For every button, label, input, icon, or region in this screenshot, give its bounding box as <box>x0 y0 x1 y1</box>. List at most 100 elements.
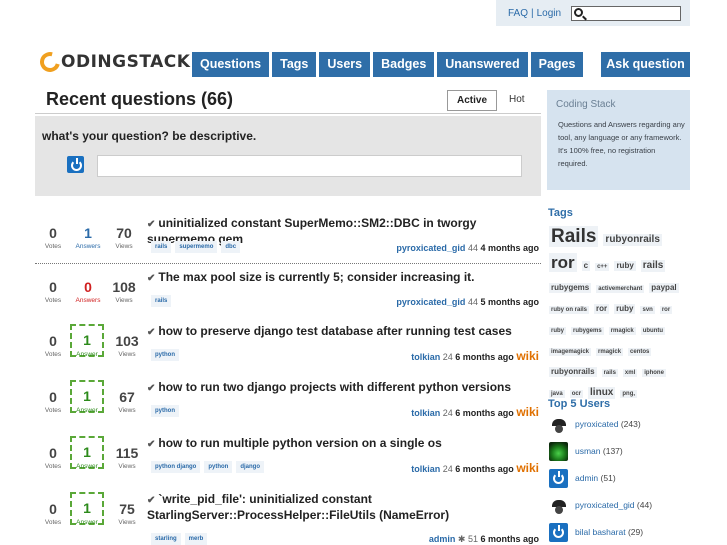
views-label: Views <box>118 407 136 414</box>
tag-cloud-item[interactable]: imagemagick <box>549 348 592 356</box>
nav-tags[interactable]: Tags <box>272 52 317 77</box>
question-tags: starling merb <box>151 533 208 545</box>
author-link[interactable]: admin <box>429 534 456 544</box>
question-title-text[interactable]: how to run multiple python version on a … <box>158 436 441 450</box>
author-link[interactable]: tolkian <box>411 464 440 474</box>
tag-cloud-item[interactable]: rubyonrails <box>549 367 597 377</box>
question-title-text[interactable]: how to run two django projects with diff… <box>158 380 511 394</box>
timestamp: 6 months ago <box>480 534 539 544</box>
views-number: 115 <box>115 445 139 461</box>
user-name[interactable]: admin <box>575 473 598 483</box>
question-tags: python django python django <box>151 461 264 473</box>
tag[interactable]: merb <box>184 533 208 545</box>
user-name[interactable]: usman <box>575 446 601 456</box>
nav-pages[interactable]: Pages <box>530 52 584 77</box>
nav-badges[interactable]: Badges <box>373 52 435 77</box>
question-tags: python <box>151 349 179 361</box>
tag-cloud-item[interactable]: ror <box>659 306 673 314</box>
user-name[interactable]: pyroxicated <box>575 419 618 429</box>
tag-cloud-item[interactable]: c <box>581 261 591 271</box>
tag[interactable]: dbc <box>221 241 241 253</box>
tag[interactable]: python <box>151 405 179 417</box>
author-link[interactable]: pyroxicated_gid <box>396 297 465 307</box>
accepted-answers-count: 1 Answer <box>70 492 104 526</box>
login-link[interactable]: Login <box>537 8 561 19</box>
tag[interactable]: python <box>151 349 179 361</box>
tag-cloud-item[interactable]: activemerchant <box>596 285 645 293</box>
user-name[interactable]: pyroxicated_gid <box>575 500 635 510</box>
question-title-text[interactable]: The max pool size is currently 5; consid… <box>158 270 474 284</box>
search-input[interactable] <box>571 6 681 21</box>
power-icon <box>549 469 568 488</box>
tag-cloud-item[interactable]: ror <box>594 304 610 314</box>
question-title[interactable]: ✔ how to preserve django test database af… <box>147 324 512 340</box>
tag-cloud-item[interactable]: java <box>549 390 565 398</box>
author-link[interactable]: pyroxicated_gid <box>396 243 465 253</box>
votes-label: Votes <box>44 297 62 304</box>
tag-cloud-item[interactable]: rmagick <box>608 327 636 335</box>
tag-cloud-item[interactable]: ruby on rails <box>549 306 590 314</box>
sort-active-tab[interactable]: Active <box>447 90 498 111</box>
tag-cloud-item[interactable]: ruby <box>614 304 636 314</box>
tag-cloud-item[interactable]: rubyonrails <box>603 234 662 246</box>
answers-label: Answers <box>75 243 101 250</box>
top-users-heading: Top 5 Users <box>548 398 611 410</box>
faq-link[interactable]: FAQ <box>508 8 528 19</box>
tag[interactable]: python <box>204 461 233 473</box>
question-item: 0 Votes 1 Answer 75 Views ✔ `write_pid_fi… <box>35 492 541 545</box>
tag-cloud-item[interactable]: ocr <box>569 390 584 398</box>
question-title[interactable]: ✔ how to run two django projects with dif… <box>147 380 511 396</box>
timestamp: 4 months ago <box>480 243 539 253</box>
tag-cloud-item[interactable]: ror <box>549 253 577 272</box>
tag-cloud-item[interactable]: svn <box>640 306 655 314</box>
tag-cloud-item[interactable]: rails <box>640 260 666 272</box>
question-title[interactable]: ✔ The max pool size is currently 5; consi… <box>147 270 475 286</box>
tag-cloud-item[interactable]: paypal <box>649 283 679 293</box>
nav-questions[interactable]: Questions <box>192 52 270 77</box>
user-avatar <box>67 156 84 173</box>
tag-cloud-item[interactable]: rails <box>601 369 618 377</box>
question-title-text[interactable]: how to preserve django test database aft… <box>158 324 511 338</box>
votes-count: 0 Votes <box>38 333 68 358</box>
tag-cloud-item[interactable]: rmagick <box>596 348 624 356</box>
user-name[interactable]: bilal basharat <box>575 527 626 537</box>
tag-cloud-item[interactable]: c++ <box>595 263 610 271</box>
votes-label: Votes <box>44 463 62 470</box>
tag-cloud-item[interactable]: rubygems <box>549 283 592 293</box>
author-link[interactable]: tolkian <box>411 352 440 362</box>
tag[interactable]: rails <box>151 295 172 307</box>
nav-unanswered[interactable]: Unanswered <box>437 52 528 77</box>
nav-users[interactable]: Users <box>319 52 371 77</box>
tag[interactable]: supermemo <box>175 241 218 253</box>
tag-cloud-item[interactable]: ruby <box>614 261 636 271</box>
votes-label: Votes <box>44 243 62 250</box>
tag[interactable]: starling <box>151 533 181 545</box>
question-title[interactable]: ✔ how to run multiple python version on a… <box>147 436 442 452</box>
accepted-answers-count: 1 Answer <box>70 380 104 414</box>
tag-cloud-item[interactable]: ubuntu <box>640 327 666 335</box>
tag[interactable]: python django <box>151 461 201 473</box>
tag[interactable]: django <box>236 461 264 473</box>
ask-question-button[interactable]: Ask question <box>601 52 690 77</box>
question-title[interactable]: ✔ `write_pid_file': uninitialized constan… <box>147 492 527 523</box>
tag-cloud-item[interactable]: iphone <box>642 369 666 377</box>
author-link[interactable]: tolkian <box>411 408 440 418</box>
ask-question-field[interactable] <box>97 155 522 177</box>
tag-cloud-item[interactable]: rubygems <box>571 327 604 335</box>
power-icon-glyph <box>553 525 564 538</box>
tag-cloud-item[interactable]: Rails <box>549 226 599 247</box>
views-label: Views <box>118 463 136 470</box>
views-number: 75 <box>119 501 135 517</box>
sort-hot-tab[interactable]: Hot <box>497 90 537 111</box>
check-icon: ✔ <box>147 383 156 394</box>
timestamp: 6 months ago <box>455 352 514 362</box>
tag[interactable]: rails <box>151 241 172 253</box>
tag-cloud-item[interactable]: png, <box>620 390 638 398</box>
logo[interactable]: ODINGSTACK <box>36 48 190 76</box>
tag-cloud-item[interactable]: ruby <box>549 327 567 335</box>
tag-cloud-item[interactable]: centos <box>628 348 652 356</box>
tag-cloud-item[interactable]: xml <box>622 369 638 377</box>
answers-label: Answer <box>76 519 98 526</box>
question-title-text[interactable]: `write_pid_file': uninitialized constant… <box>147 492 449 522</box>
accepted-answers-count: 1 Answer <box>70 324 104 358</box>
